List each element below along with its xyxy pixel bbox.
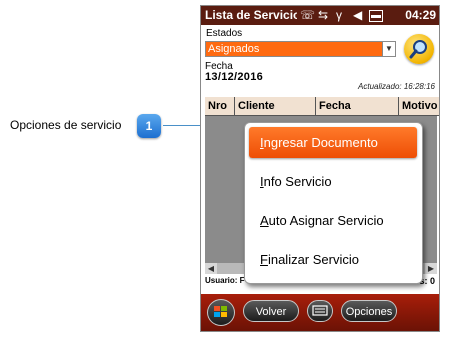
estado-selected-value: Asignados bbox=[208, 43, 260, 55]
volume-icon: ◀ bbox=[353, 8, 363, 22]
chevron-down-icon[interactable]: ▼ bbox=[382, 42, 395, 56]
volver-button[interactable]: Volver bbox=[243, 300, 299, 322]
start-button[interactable] bbox=[207, 299, 235, 326]
column-header-nro[interactable]: Nro bbox=[205, 97, 235, 115]
search-icon bbox=[409, 40, 427, 59]
data-sync-icon: ⇆ bbox=[318, 8, 329, 22]
column-header-fecha[interactable]: Fecha bbox=[316, 97, 399, 115]
last-updated-text: Actualizado: 16:28:16 bbox=[358, 82, 435, 91]
clock: 04:29 bbox=[405, 8, 436, 22]
battery-icon: ▬ bbox=[369, 10, 383, 22]
scroll-left-icon[interactable]: ◀ bbox=[205, 263, 217, 274]
window-title: Lista de Servicios bbox=[205, 8, 297, 22]
table-header: Nro Cliente Fecha Motivo bbox=[205, 97, 439, 116]
menu-item-finalizar-servicio[interactable]: Finalizar Servicio bbox=[249, 244, 417, 275]
keyboard-icon bbox=[312, 305, 328, 316]
callout-number-badge: 1 bbox=[137, 114, 161, 138]
usuario-text: Usuario: F bbox=[205, 276, 245, 285]
phone-icon: ☏ bbox=[300, 8, 316, 22]
column-header-motivo[interactable]: Motivo bbox=[399, 97, 439, 115]
title-bar: Lista de Servicios ☏ ⇆ γ ◀ ▬ 04:29 bbox=[201, 6, 439, 25]
bottom-toolbar: Volver Opciones bbox=[201, 294, 439, 331]
menu-item-auto-asignar-servicio[interactable]: Auto Asignar Servicio bbox=[249, 205, 417, 236]
fecha-value[interactable]: 13/12/2016 bbox=[205, 71, 263, 83]
keyboard-button[interactable] bbox=[307, 300, 333, 322]
menu-item-info-servicio[interactable]: Info Servicio bbox=[249, 166, 417, 197]
menu-item-ingresar-documento[interactable]: Ingresar Documento bbox=[249, 127, 417, 158]
signal-none-icon: γ bbox=[336, 8, 342, 22]
service-options-menu: Ingresar Documento Info Servicio Auto As… bbox=[244, 122, 423, 284]
windows-logo-icon bbox=[214, 306, 227, 317]
estados-label: Estados bbox=[206, 28, 243, 39]
search-button[interactable] bbox=[404, 34, 434, 64]
scroll-right-icon[interactable]: ▶ bbox=[425, 263, 437, 274]
estado-dropdown[interactable]: Asignados ▼ bbox=[205, 41, 396, 57]
opciones-button[interactable]: Opciones bbox=[341, 300, 397, 322]
column-header-cliente[interactable]: Cliente bbox=[235, 97, 316, 115]
callout-label: Opciones de servicio bbox=[10, 118, 122, 132]
